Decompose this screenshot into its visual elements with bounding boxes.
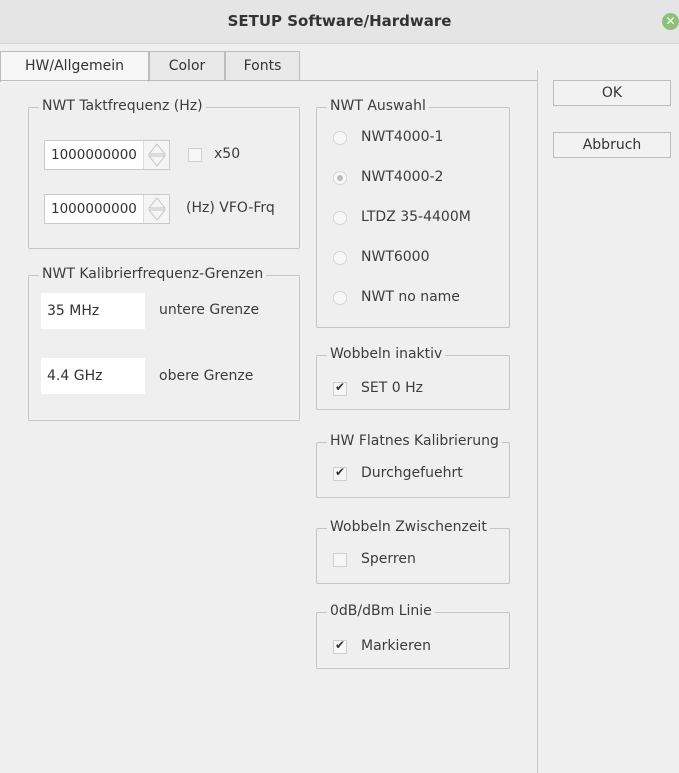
takt-frequency-value: 1000000000 — [51, 147, 137, 163]
arrow-down-icon[interactable] — [148, 209, 166, 223]
set-0hz-checkbox[interactable] — [333, 380, 347, 396]
arrow-up-icon[interactable] — [148, 195, 166, 209]
sperren-checkbox[interactable] — [333, 553, 347, 567]
takt-frequency-spinbox[interactable]: 1000000000 — [44, 140, 170, 170]
tab-fonts[interactable]: Fonts — [225, 51, 300, 81]
x50-checkbox[interactable] — [188, 148, 202, 162]
upper-limit-label: obere Grenze — [159, 368, 254, 384]
arrow-up-icon[interactable] — [148, 141, 166, 155]
x50-label: x50 — [214, 146, 241, 162]
vfo-frequency-spinbox[interactable]: 1000000000 — [44, 194, 170, 224]
sperren-label: Sperren — [361, 551, 416, 567]
radio-ltdz[interactable] — [333, 211, 347, 225]
tab-bar: HW/Allgemein Color Fonts — [0, 51, 679, 82]
tab-baseline — [0, 80, 537, 81]
lower-limit-input[interactable]: 35 MHz — [41, 293, 145, 329]
ok-button[interactable]: OK — [553, 80, 671, 106]
group-title-flatnes: HW Flatnes Kalibrierung — [327, 433, 502, 449]
lower-limit-value: 35 MHz — [47, 303, 100, 319]
radio-label-nwt6000: NWT6000 — [361, 249, 430, 265]
radio-nwt4000-2[interactable] — [333, 171, 347, 185]
radio-label-nwt-no-name: NWT no name — [361, 289, 460, 305]
tab-hw-allgemein[interactable]: HW/Allgemein — [0, 51, 149, 82]
group-title-linie: 0dB/dBm Linie — [327, 603, 435, 619]
radio-label-nwt4000-2: NWT4000-2 — [361, 169, 444, 185]
group-taktfrequenz: NWT Taktfrequenz (Hz) — [28, 98, 300, 249]
title-bar: SETUP Software/Hardware ✕ — [0, 0, 679, 44]
radio-nwt6000[interactable] — [333, 251, 347, 265]
arrow-down-icon[interactable] — [148, 155, 166, 169]
markieren-label: Markieren — [361, 638, 431, 654]
upper-limit-value: 4.4 GHz — [47, 368, 103, 384]
group-title-zwischenzeit: Wobbeln Zwischenzeit — [327, 519, 490, 535]
vfo-label: (Hz) VFO-Frq — [186, 200, 275, 216]
lower-limit-label: untere Grenze — [159, 302, 260, 318]
set-0hz-label: SET 0 Hz — [361, 380, 423, 396]
tab-color[interactable]: Color — [149, 51, 225, 81]
group-title-taktfrequenz: NWT Taktfrequenz (Hz) — [39, 98, 206, 114]
upper-limit-input[interactable]: 4.4 GHz — [41, 358, 145, 394]
radio-label-nwt4000-1: NWT4000-1 — [361, 129, 444, 145]
markieren-checkbox[interactable] — [333, 638, 347, 654]
close-icon[interactable]: ✕ — [662, 13, 679, 30]
group-title-kalibrierfrequenz: NWT Kalibrierfrequenz-Grenzen — [39, 266, 267, 282]
durchgefuehrt-checkbox[interactable] — [333, 465, 347, 481]
spin-arrows[interactable] — [143, 141, 169, 169]
radio-label-ltdz: LTDZ 35-4400M — [361, 209, 471, 225]
radio-nwt4000-1[interactable] — [333, 131, 347, 145]
group-title-nwt-auswahl: NWT Auswahl — [327, 98, 429, 114]
durchgefuehrt-label: Durchgefuehrt — [361, 465, 463, 481]
radio-nwt-no-name[interactable] — [333, 291, 347, 305]
spin-arrows[interactable] — [143, 195, 169, 223]
cancel-button[interactable]: Abbruch — [553, 132, 671, 158]
group-title-wobbeln-inaktiv: Wobbeln inaktiv — [327, 346, 446, 362]
panel-divider — [537, 70, 538, 773]
window-title: SETUP Software/Hardware — [227, 12, 452, 30]
vfo-frequency-value: 1000000000 — [51, 201, 137, 217]
